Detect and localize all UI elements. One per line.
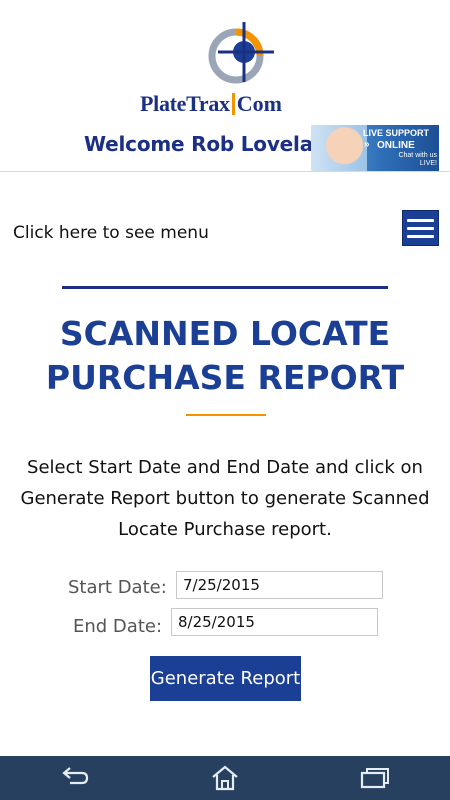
- nav-recent-apps-button[interactable]: [345, 756, 405, 800]
- app-header: PlateTrax Com Welcome Rob Lovelace! LIVE…: [0, 0, 450, 172]
- nav-home-button[interactable]: [195, 756, 255, 800]
- back-icon: [62, 767, 89, 785]
- live-support-title: LIVE SUPPORT: [363, 128, 430, 138]
- logo-text-secondary: Com: [231, 93, 282, 115]
- end-date-input[interactable]: [171, 608, 378, 636]
- title-divider-accent: [186, 414, 266, 416]
- hamburger-menu-icon-bar: [407, 226, 434, 230]
- nav-back-button[interactable]: [45, 756, 105, 800]
- instructions-text: Select Start Date and End Date and click…: [20, 457, 430, 540]
- logo-text-primary: PlateTrax: [140, 91, 230, 116]
- live-support-status: ONLINE: [377, 140, 415, 151]
- page-title: SCANNED LOCATE PURCHASE REPORT: [45, 314, 405, 397]
- live-support-banner[interactable]: LIVE SUPPORT » ONLINE Chat with us LIVE!: [311, 125, 439, 171]
- end-date-label: End Date:: [73, 616, 163, 637]
- chevron-right-icon: »: [364, 139, 370, 150]
- hamburger-menu-icon-bar: [407, 234, 434, 238]
- menu-label[interactable]: Click here to see menu: [13, 223, 209, 243]
- recent-apps-icon: [360, 768, 389, 789]
- start-date-input[interactable]: [176, 571, 383, 599]
- support-agent-avatar: [311, 125, 367, 171]
- system-navigation-bar: [0, 756, 450, 800]
- hamburger-menu-icon-bar: [407, 218, 434, 222]
- logo-crosshair-icon: [208, 22, 274, 84]
- platetrax-logo[interactable]: PlateTrax Com: [140, 18, 310, 116]
- welcome-message: Welcome Rob Lovelace!: [84, 132, 347, 156]
- home-icon: [212, 765, 238, 791]
- hamburger-menu-button[interactable]: [402, 210, 439, 246]
- title-divider-top: [62, 286, 388, 289]
- start-date-label: Start Date:: [68, 577, 167, 598]
- live-support-chat-text: Chat with us LIVE!: [398, 152, 437, 167]
- logo-text: PlateTrax Com: [140, 88, 310, 120]
- generate-report-button[interactable]: Generate Report: [150, 656, 301, 701]
